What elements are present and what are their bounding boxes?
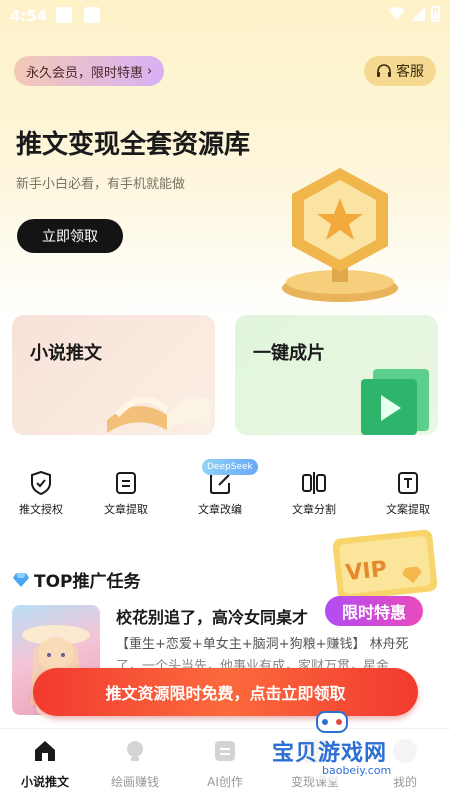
bulb-icon bbox=[127, 741, 143, 761]
section-title: TOP推广任务 bbox=[12, 567, 141, 592]
section-title-text: TOP推广任务 bbox=[34, 572, 141, 592]
card-label: 一键成片 bbox=[253, 343, 325, 364]
tool-promotion-authorization[interactable]: 推文授权 bbox=[6, 465, 76, 517]
home-icon bbox=[35, 741, 55, 761]
novel-promotion-card[interactable]: 小说推文 bbox=[12, 315, 215, 435]
split-icon bbox=[302, 472, 326, 494]
open-book-icon bbox=[107, 396, 212, 433]
star-badge-illustration bbox=[282, 168, 398, 302]
customer-service-button[interactable]: 客服 bbox=[364, 56, 436, 86]
shield-check-icon bbox=[31, 471, 51, 495]
document-tab-icon bbox=[215, 741, 235, 761]
hero-subtitle: 新手小白必看，有手机就能做 bbox=[16, 177, 186, 192]
text-icon bbox=[398, 472, 418, 494]
task-tags: 【重生+恋爱+单女主+脑洞+狗粮+赚钱】 林舟死 bbox=[116, 637, 409, 652]
notification-icon bbox=[56, 7, 72, 23]
tab-label: 小说推文 bbox=[20, 775, 69, 789]
limited-offer-badge[interactable]: 限时特惠 bbox=[325, 596, 423, 626]
watermark-url: baobeiy.com bbox=[322, 764, 392, 777]
diamond-icon bbox=[13, 572, 29, 587]
signal-icon bbox=[411, 7, 425, 21]
tool-label: 文章分割 bbox=[292, 503, 336, 516]
claim-now-button[interactable]: 立即领取 bbox=[17, 219, 123, 253]
vip-text: VIP bbox=[344, 557, 388, 586]
headset-icon bbox=[377, 64, 391, 77]
tool-label: 文案提取 bbox=[386, 503, 430, 516]
tab-ai-create[interactable]: AI创作 bbox=[185, 735, 265, 790]
tab-painting-earn[interactable]: 绘画赚钱 bbox=[95, 735, 175, 790]
document-icon bbox=[116, 472, 136, 494]
vip-pill-label: 永久会员，限时特惠 bbox=[26, 65, 144, 81]
status-bar: 4:54 bbox=[0, 0, 450, 34]
tool-article-extract[interactable]: 文章提取 bbox=[91, 465, 161, 517]
card-label: 小说推文 bbox=[30, 343, 102, 364]
tab-label: 绘画赚钱 bbox=[110, 775, 159, 789]
tab-novel-promotion[interactable]: 小说推文 bbox=[5, 735, 85, 790]
tab-label: AI创作 bbox=[207, 775, 243, 789]
vip-promo-pill[interactable]: 永久会员，限时特惠 › bbox=[14, 56, 165, 86]
video-play-icon bbox=[361, 369, 429, 435]
wifi-icon bbox=[389, 7, 405, 20]
tool-copy-extract[interactable]: 文案提取 bbox=[373, 465, 443, 517]
watermark-text: 宝贝游戏网 bbox=[272, 741, 388, 766]
status-time: 4:54 bbox=[10, 7, 48, 25]
tool-label: 文章改编 bbox=[198, 503, 242, 516]
deepseek-badge: DeepSeek bbox=[202, 459, 258, 475]
tool-label: 推文授权 bbox=[19, 503, 63, 516]
hero-title: 推文变现全套资源库 bbox=[16, 130, 251, 160]
app-notification-icon bbox=[84, 7, 100, 23]
battery-icon bbox=[431, 6, 440, 22]
tool-label: 文章提取 bbox=[104, 503, 148, 516]
tool-article-split[interactable]: 文章分割 bbox=[279, 465, 349, 517]
service-label: 客服 bbox=[396, 64, 424, 80]
one-click-video-card[interactable]: 一键成片 bbox=[235, 315, 438, 435]
chevron-right-icon: › bbox=[147, 63, 153, 79]
